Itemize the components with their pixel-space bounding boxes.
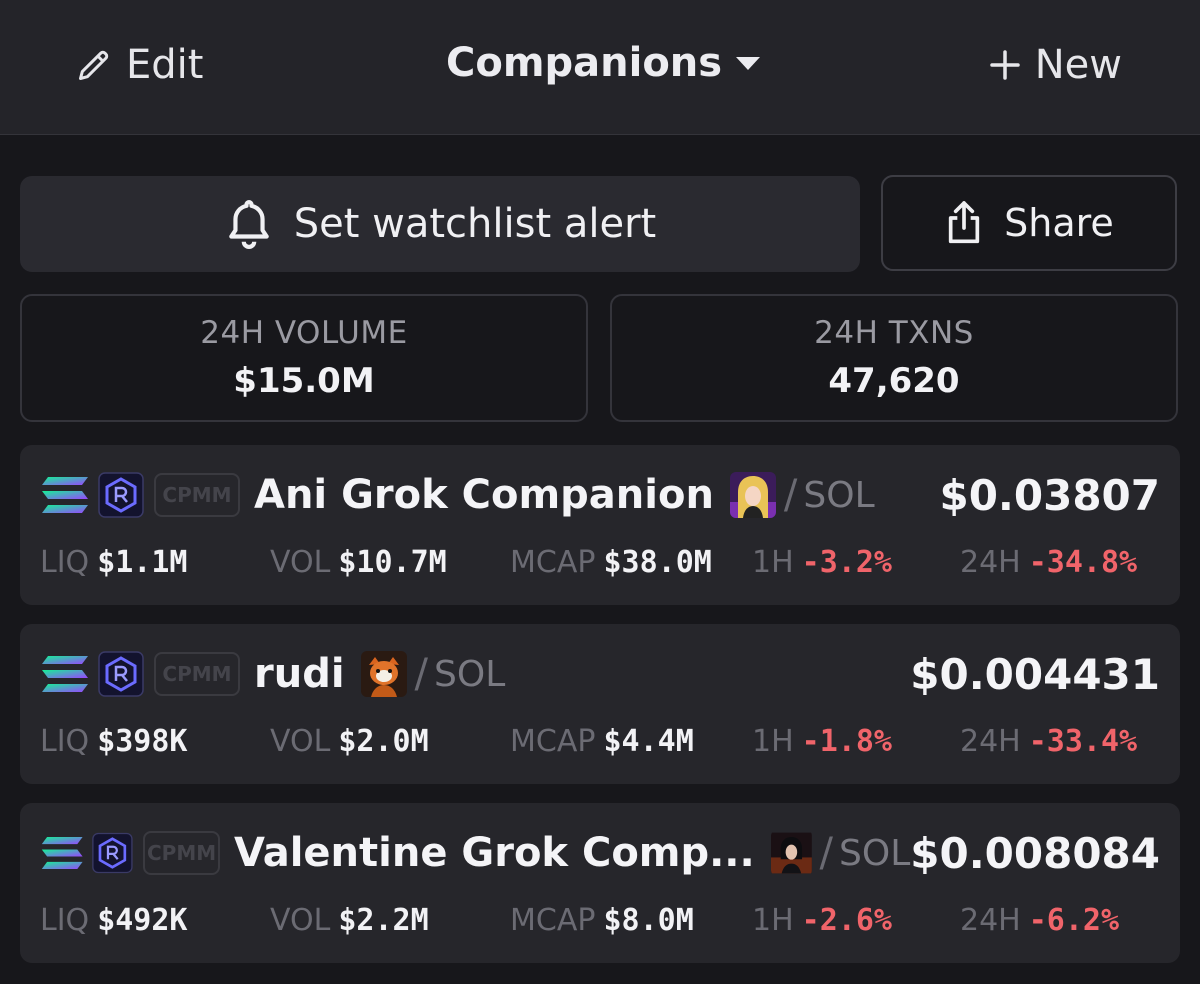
pool-type-badge: CPMM	[154, 473, 240, 517]
vol-label: VOL	[270, 724, 331, 759]
pair-card[interactable]: CPMM Ani Grok Companion / SOL $0.03807 L…	[20, 445, 1180, 605]
edit-button[interactable]: Edit	[76, 42, 203, 88]
caret-down-icon	[736, 57, 761, 70]
24h-change: -33.4%	[1028, 724, 1138, 759]
txns-value: 47,620	[828, 361, 960, 401]
volume-metric: VOL $10.7M	[270, 545, 447, 580]
mcap-label: MCAP	[510, 724, 596, 759]
quote-token: SOL	[839, 832, 911, 874]
pair-header: CPMM Ani Grok Companion / SOL $0.03807	[40, 469, 1160, 521]
24h-change: -34.8%	[1028, 545, 1138, 580]
share-button[interactable]: Share	[881, 175, 1177, 271]
token-price: $0.03807	[939, 470, 1160, 520]
solana-icon	[41, 837, 83, 869]
mcap-label: MCAP	[510, 903, 596, 938]
token-price: $0.004431	[910, 649, 1160, 699]
quote-token: SOL	[803, 474, 875, 516]
token-price: $0.008084	[910, 828, 1160, 878]
liq-label: LIQ	[40, 724, 90, 759]
liquidity-metric: LIQ $492K	[40, 903, 188, 938]
volume-metric: VOL $2.0M	[270, 724, 429, 759]
1h-change: -3.2%	[801, 545, 892, 580]
vol-value: $2.2M	[338, 903, 429, 938]
mcap-label: MCAP	[510, 545, 596, 580]
24h-label: 24H	[960, 545, 1021, 580]
quote-token: SOL	[434, 653, 506, 695]
liq-label: LIQ	[40, 545, 90, 580]
liq-label: LIQ	[40, 903, 90, 938]
change-1h-metric: 1H -2.6%	[752, 903, 892, 938]
pair-separator: /	[783, 472, 798, 518]
pair-card[interactable]: CPMM Valentine Grok Comp... / SOL $0.008…	[20, 803, 1180, 963]
mcap-metric: MCAP $38.0M	[510, 545, 712, 580]
volume-stat: 24H VOLUME $15.0M	[20, 294, 588, 422]
vol-label: VOL	[270, 903, 331, 938]
raydium-icon	[92, 832, 133, 874]
liq-value: $398K	[97, 724, 188, 759]
anime-girl-avatar-icon	[729, 472, 776, 518]
volume-metric: VOL $2.2M	[270, 903, 429, 938]
token-name: rudi	[254, 651, 345, 697]
pool-type-badge: CPMM	[143, 831, 220, 875]
pool-type-badge: CPMM	[154, 652, 240, 696]
liquidity-metric: LIQ $398K	[40, 724, 188, 759]
1h-label: 1H	[752, 545, 794, 580]
change-1h-metric: 1H -1.8%	[752, 724, 892, 759]
token-name: Ani Grok Companion	[254, 472, 714, 518]
mcap-value: $38.0M	[603, 545, 712, 580]
dark-hair-avatar-icon	[770, 832, 812, 874]
red-panda-avatar-icon	[360, 651, 407, 697]
volume-value: $15.0M	[233, 361, 375, 401]
top-bar: Edit Companions New	[0, 0, 1200, 135]
pencil-icon	[79, 50, 109, 80]
pair-separator: /	[414, 651, 429, 697]
liq-value: $1.1M	[97, 545, 188, 580]
1h-change: -1.8%	[801, 724, 892, 759]
new-button[interactable]: New	[989, 42, 1122, 88]
token-name: Valentine Grok Comp...	[233, 830, 755, 876]
share-icon	[948, 201, 980, 244]
mcap-value: $4.4M	[603, 724, 694, 759]
change-24h-metric: 24H -6.2%	[960, 903, 1119, 938]
vol-value: $2.0M	[338, 724, 429, 759]
set-watchlist-alert-button[interactable]: Set watchlist alert	[20, 176, 860, 272]
liquidity-metric: LIQ $1.1M	[40, 545, 188, 580]
24h-change: -6.2%	[1028, 903, 1120, 938]
24h-label: 24H	[960, 724, 1021, 759]
vol-label: VOL	[270, 545, 331, 580]
pair-separator: /	[819, 830, 833, 876]
volume-label: 24H VOLUME	[200, 315, 408, 351]
mcap-metric: MCAP $8.0M	[510, 903, 694, 938]
txns-stat: 24H TXNS 47,620	[610, 294, 1178, 422]
pair-header: CPMM rudi / SOL $0.004431	[40, 648, 1160, 700]
change-1h-metric: 1H -3.2%	[752, 545, 892, 580]
1h-change: -2.6%	[801, 903, 892, 938]
bell-icon	[228, 200, 269, 249]
change-24h-metric: 24H -33.4%	[960, 724, 1137, 759]
alert-label: Set watchlist alert	[293, 201, 657, 247]
pair-card[interactable]: CPMM rudi / SOL $0.004431 LIQ $398K VOL $2…	[20, 624, 1180, 784]
edit-label: Edit	[126, 42, 204, 88]
vol-value: $10.7M	[338, 545, 447, 580]
share-label: Share	[1004, 201, 1114, 245]
plus-icon	[990, 50, 1020, 80]
watchlist-selector[interactable]: Companions	[446, 40, 762, 86]
1h-label: 1H	[752, 903, 794, 938]
24h-label: 24H	[960, 903, 1021, 938]
mcap-value: $8.0M	[603, 903, 694, 938]
1h-label: 1H	[752, 724, 794, 759]
pair-header: CPMM Valentine Grok Comp... / SOL $0.008…	[40, 827, 1160, 879]
solana-icon	[42, 477, 88, 513]
txns-label: 24H TXNS	[814, 315, 974, 351]
raydium-icon	[98, 651, 144, 697]
change-24h-metric: 24H -34.8%	[960, 545, 1137, 580]
raydium-icon	[98, 472, 144, 518]
new-label: New	[1034, 42, 1122, 88]
solana-icon	[42, 656, 88, 692]
watchlist-title: Companions	[446, 40, 723, 86]
mcap-metric: MCAP $4.4M	[510, 724, 694, 759]
liq-value: $492K	[97, 903, 188, 938]
